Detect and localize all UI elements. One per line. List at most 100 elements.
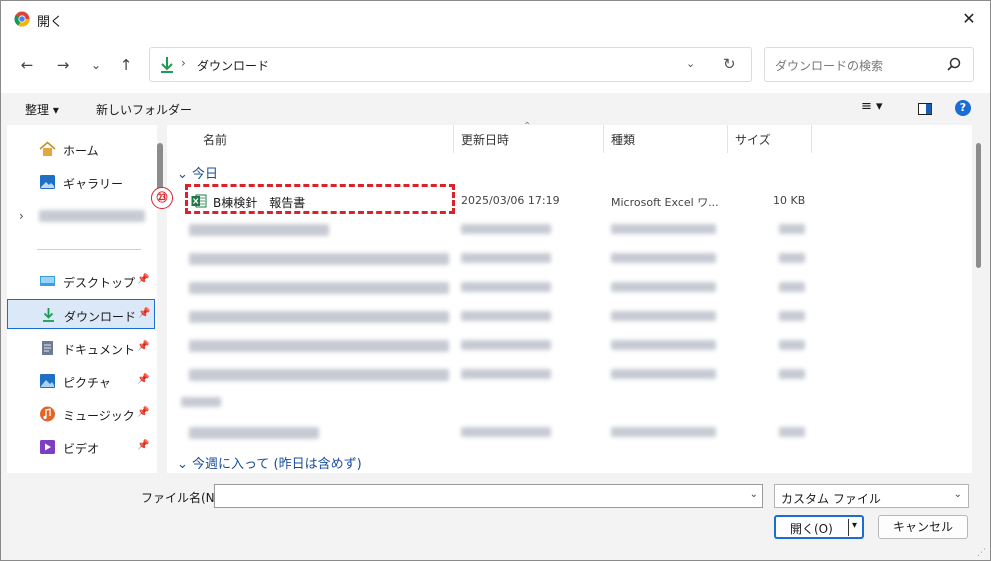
gallery-icon	[40, 175, 55, 189]
column-header-size[interactable]: サイズ	[735, 131, 771, 148]
blurred-cell	[779, 224, 805, 234]
sidebar-item-home[interactable]: ホーム	[7, 134, 155, 164]
address-path[interactable]: ダウンロード	[197, 57, 269, 74]
sidebar-divider	[37, 249, 141, 250]
sidebar-item-videos[interactable]: ビデオ 📌	[7, 432, 155, 462]
open-dropdown-icon[interactable]: ▾	[852, 520, 857, 531]
desktop-icon	[40, 276, 55, 286]
up-button[interactable]: ↑	[114, 53, 138, 77]
blurred-onedrive-item[interactable]	[39, 210, 145, 222]
highlight-box	[185, 184, 455, 214]
sidebar-item-downloads[interactable]: ダウンロード 📌	[7, 299, 155, 329]
sort-ascending-icon: ⌃	[523, 121, 532, 132]
chevron-down-icon[interactable]: ⌄	[954, 489, 962, 500]
download-icon	[161, 57, 173, 73]
blurred-cell	[779, 369, 805, 379]
blurred-cell	[461, 427, 551, 437]
pin-icon[interactable]: 📌	[137, 374, 149, 385]
blurred-cell	[611, 427, 716, 437]
blurred-cell	[461, 282, 551, 292]
filename-input[interactable]: ⌄	[214, 484, 763, 508]
cancel-button[interactable]: キャンセル	[878, 515, 968, 539]
group-header-today[interactable]: ⌄ 今日	[177, 163, 218, 182]
refresh-icon[interactable]: ↻	[723, 55, 736, 73]
blurred-file-row[interactable]	[189, 311, 449, 323]
sidebar-item-music[interactable]: ミュージック 📌	[7, 399, 155, 429]
blurred-cell	[611, 311, 716, 321]
split-divider	[848, 519, 849, 536]
blurred-file-row[interactable]	[189, 224, 329, 236]
new-folder-button[interactable]: 新しいフォルダー	[96, 101, 192, 118]
sidebar-item-pictures[interactable]: ピクチャ 📌	[7, 366, 155, 396]
sidebar-item-label: ミュージック	[63, 409, 135, 423]
back-button[interactable]: ←	[15, 53, 39, 77]
sidebar-item-label: ピクチャ	[63, 376, 111, 390]
step-badge: ㉓	[151, 187, 173, 209]
help-icon[interactable]: ?	[955, 100, 971, 116]
search-icon[interactable]	[947, 57, 961, 71]
chevron-down-icon[interactable]: ⌄	[750, 489, 758, 500]
organize-button[interactable]: 整理 ▾	[25, 101, 59, 118]
open-button[interactable]: 開く(O) ▾	[774, 515, 864, 539]
column-divider[interactable]	[603, 125, 604, 153]
blurred-file-row[interactable]	[189, 340, 449, 352]
sidebar-item-gallery[interactable]: ギャラリー	[7, 167, 155, 197]
pin-icon[interactable]: 📌	[137, 274, 149, 285]
recent-locations-button[interactable]: ⌄	[84, 53, 108, 77]
title-bar: 開く ✕	[1, 1, 990, 37]
file-list-scrollbar[interactable]	[976, 143, 981, 268]
pin-icon[interactable]: 📌	[138, 308, 150, 319]
preview-pane-icon[interactable]	[918, 103, 932, 115]
blurred-cell	[779, 311, 805, 321]
file-type: Microsoft Excel ワ...	[611, 196, 719, 209]
file-type-value: カスタム ファイル	[781, 492, 881, 506]
chevron-down-icon[interactable]: ⌄	[177, 167, 192, 182]
open-file-dialog: 開く ✕ ← → ⌄ ↑ › ダウンロード ⌄ ↻ ダウンロードの検索 整理 ▾…	[0, 0, 991, 561]
blurred-cell	[779, 253, 805, 263]
pin-icon[interactable]: 📌	[137, 407, 149, 418]
column-divider[interactable]	[453, 125, 454, 153]
address-bar[interactable]: › ダウンロード ⌄ ↻	[149, 47, 752, 82]
command-bar: 整理 ▾ 新しいフォルダー ≡ ▾ ?	[1, 93, 990, 123]
blurred-file-row[interactable]	[189, 253, 449, 265]
blurred-cell	[611, 369, 716, 379]
blurred-cell	[611, 340, 716, 350]
search-box[interactable]: ダウンロードの検索	[764, 47, 974, 82]
column-header-modified[interactable]: 更新日時	[461, 131, 509, 148]
open-button-label: 開く(O)	[790, 522, 833, 536]
blurred-file-row[interactable]	[189, 282, 449, 294]
sidebar-item-desktop[interactable]: デスクトップ 📌	[7, 266, 155, 296]
file-size: 10 KB	[773, 194, 806, 207]
sidebar-item-documents[interactable]: ドキュメント 📌	[7, 333, 155, 363]
blurred-cell	[461, 253, 551, 263]
group-header-this-week[interactable]: ⌄ 今週に入って (昨日は含めず)	[177, 453, 362, 472]
search-input[interactable]: ダウンロードの検索	[775, 57, 883, 74]
sidebar-item-label: ギャラリー	[63, 177, 124, 191]
column-divider[interactable]	[811, 125, 812, 153]
blurred-file-row[interactable]	[189, 369, 449, 381]
pictures-icon	[40, 374, 55, 388]
column-header-type[interactable]: 種類	[611, 131, 635, 148]
chrome-icon	[14, 11, 30, 27]
blurred-cell	[611, 282, 716, 292]
blurred-cell	[461, 340, 551, 350]
forward-button[interactable]: →	[51, 53, 75, 77]
column-header-name[interactable]: 名前	[203, 131, 227, 148]
chevron-right-icon[interactable]: ›	[19, 209, 24, 223]
blurred-file-row[interactable]	[189, 427, 319, 439]
file-list: 名前 ⌃ 更新日時 種類 サイズ ⌄ 今日 B棟検針 報告書 2025/03/0…	[167, 121, 972, 473]
chevron-right-icon[interactable]: ›	[181, 56, 186, 70]
address-dropdown-icon[interactable]: ⌄	[686, 57, 695, 70]
file-type-select[interactable]: カスタム ファイル ⌄	[774, 484, 969, 508]
chevron-down-icon[interactable]: ⌄	[177, 457, 192, 472]
pin-icon[interactable]: 📌	[137, 440, 149, 451]
resize-grip-icon[interactable]: ⋰	[977, 548, 986, 558]
pin-icon[interactable]: 📌	[137, 341, 149, 352]
navigation-bar: ← → ⌄ ↑ › ダウンロード ⌄ ↻ ダウンロードの検索	[1, 37, 990, 93]
column-divider[interactable]	[727, 125, 728, 153]
close-button[interactable]: ✕	[954, 5, 984, 33]
sidebar-item-label: ホーム	[63, 144, 99, 158]
sidebar-item-label: ドキュメント	[63, 343, 136, 357]
view-menu-button[interactable]: ≡ ▾	[861, 99, 883, 114]
blurred-group-header[interactable]	[181, 397, 221, 407]
